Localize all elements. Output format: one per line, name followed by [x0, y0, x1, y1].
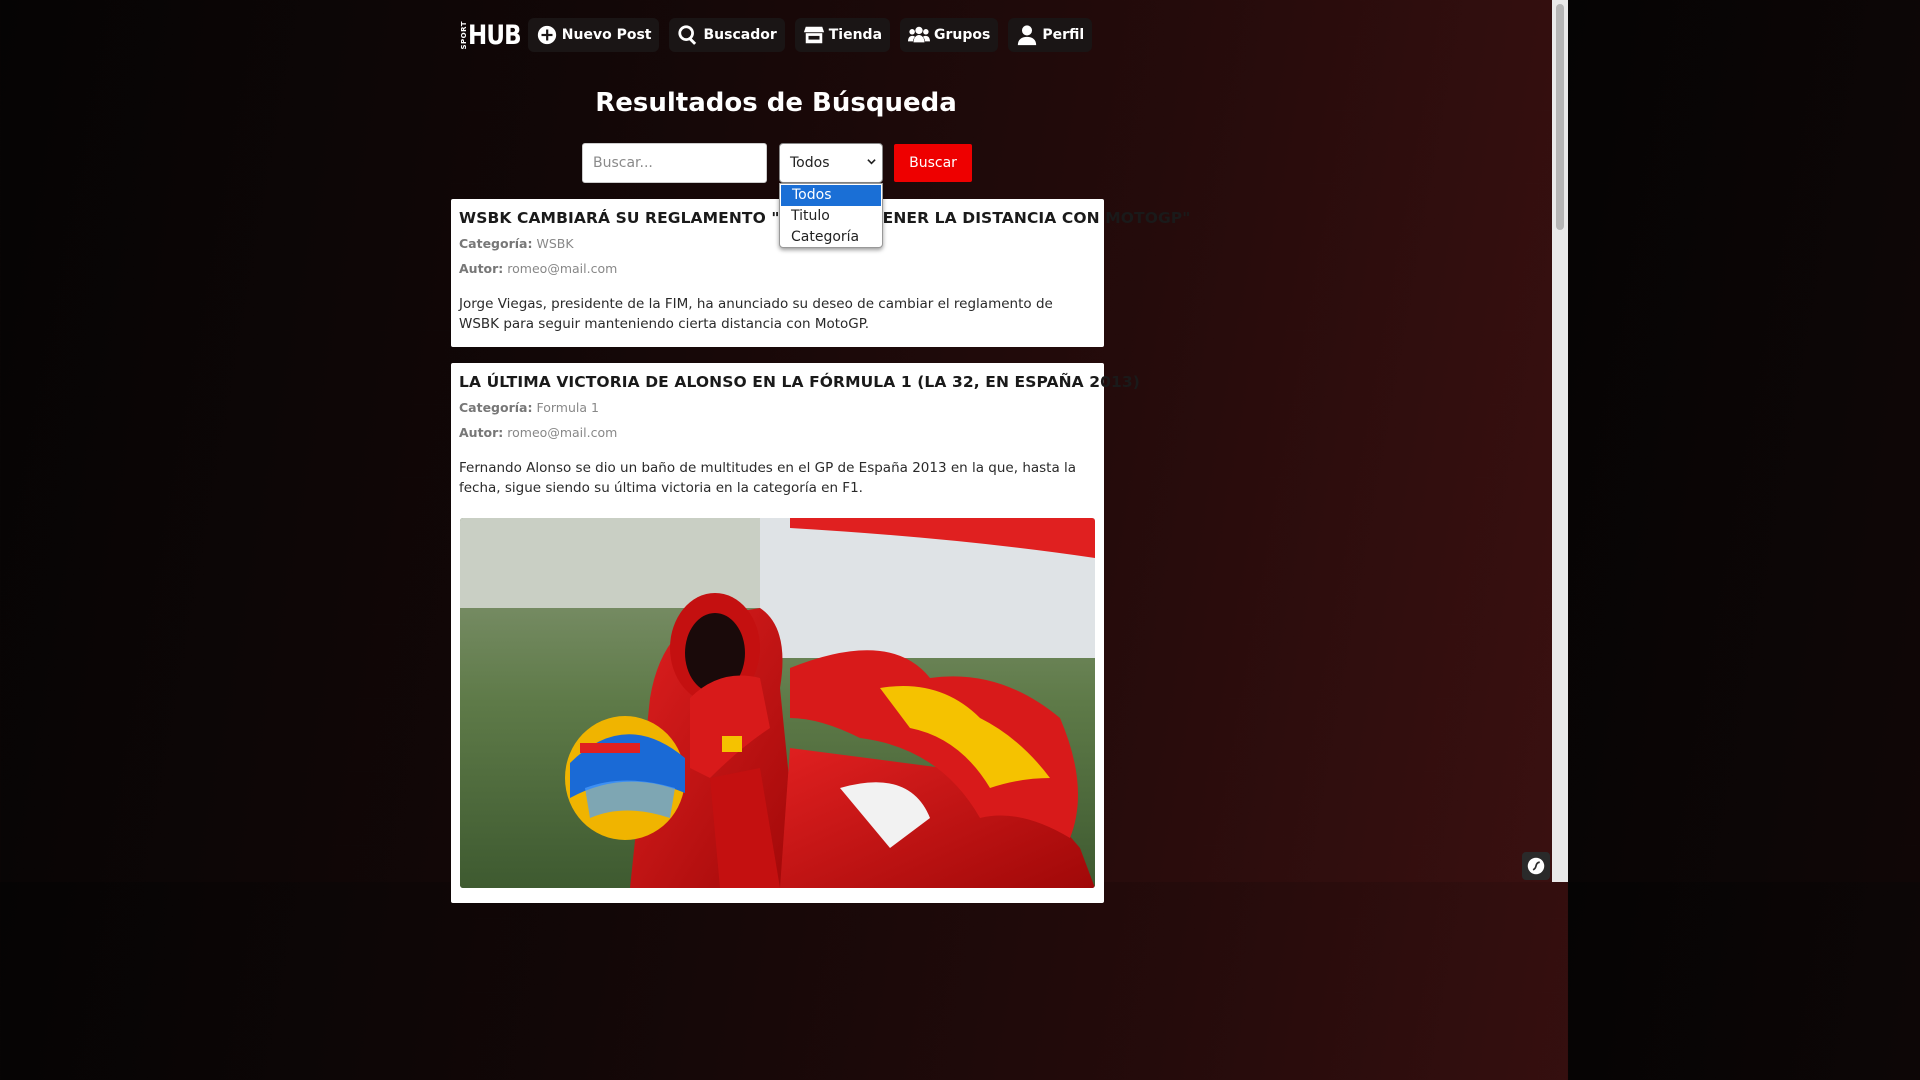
- logo-sport-text: SPORT: [459, 20, 468, 50]
- author-value: romeo@mail.com: [507, 425, 618, 440]
- author-label: Autor:: [459, 261, 504, 276]
- post-category: Categoría: WSBK: [459, 236, 1096, 252]
- nav-nuevo-post[interactable]: Nuevo Post: [527, 18, 660, 52]
- post-title[interactable]: LA ÚLTIMA VICTORIA DE ALONSO EN LA FÓRMU…: [459, 373, 1140, 391]
- post-body: Jorge Viegas, presidente de la FIM, ha a…: [459, 296, 1053, 332]
- store-icon: [803, 26, 824, 44]
- search-filter-select[interactable]: Todos: [779, 143, 883, 183]
- logo-hub-text: HUB: [467, 19, 522, 51]
- category-value: WSBK: [536, 236, 574, 251]
- post-card[interactable]: LA ÚLTIMA VICTORIA DE ALONSO EN LA FÓRMU…: [451, 363, 1140, 903]
- plus-circle-icon: [537, 25, 556, 45]
- user-icon: [1018, 25, 1037, 46]
- filter-option-titulo[interactable]: Titulo: [780, 206, 882, 227]
- post-card[interactable]: WSBK CAMBIARÁ SU REGLAMENTO "PARA MANTEN…: [451, 199, 1190, 347]
- search-filter-selected: Todos: [790, 155, 830, 171]
- nav-perfil[interactable]: Perfil: [1008, 18, 1093, 52]
- filter-option-todos[interactable]: Todos: [781, 185, 881, 206]
- author-value: romeo@mail.com: [507, 261, 618, 276]
- nav-label: Tienda: [828, 27, 883, 43]
- post-body: Fernando Alonso se dio un baño de multit…: [459, 460, 1077, 496]
- symfony-icon: [1527, 857, 1545, 875]
- nav-tienda[interactable]: Tienda: [794, 18, 891, 52]
- filter-option-categoria[interactable]: Categoría: [780, 227, 882, 248]
- category-value: Formula 1: [536, 400, 599, 415]
- post-title[interactable]: WSBK CAMBIARÁ SU REGLAMENTO "PARA MANTEN…: [459, 209, 1190, 227]
- post-image: [460, 518, 1095, 888]
- nav-label: Grupos: [934, 27, 991, 43]
- top-navbar: SPORT HUB Nuevo Post Buscador Tienda Gru…: [0, 18, 1552, 52]
- post-author: Autor: romeo@mail.com: [459, 425, 1096, 441]
- category-label: Categoría:: [459, 400, 533, 415]
- search-icon: [678, 25, 697, 45]
- sporthub-logo[interactable]: SPORT HUB: [459, 18, 522, 52]
- nav-label: Nuevo Post: [561, 27, 652, 43]
- post-author: Autor: romeo@mail.com: [459, 261, 1096, 277]
- scrollbar-thumb[interactable]: [1556, 4, 1564, 230]
- post-category: Categoría: Formula 1: [459, 400, 1096, 416]
- page-scrollbar[interactable]: [1552, 0, 1568, 882]
- search-filter-dropdown: Todos Titulo Categoría: [779, 183, 883, 248]
- search-input[interactable]: [582, 143, 767, 183]
- users-icon: [908, 26, 931, 43]
- nav-grupos[interactable]: Grupos: [900, 18, 999, 52]
- nav-label: Buscador: [703, 27, 777, 43]
- nav-label: Perfil: [1042, 27, 1085, 43]
- chevron-down-icon: [867, 159, 876, 165]
- alonso-ferrari-photo: [460, 518, 1095, 888]
- page-title: Resultados de Búsqueda: [595, 88, 957, 118]
- symfony-toolbar-icon[interactable]: [1522, 852, 1550, 880]
- nav-buscador[interactable]: Buscador: [669, 18, 785, 52]
- category-label: Categoría:: [459, 236, 533, 251]
- search-submit-button[interactable]: Buscar: [894, 144, 972, 182]
- author-label: Autor:: [459, 425, 504, 440]
